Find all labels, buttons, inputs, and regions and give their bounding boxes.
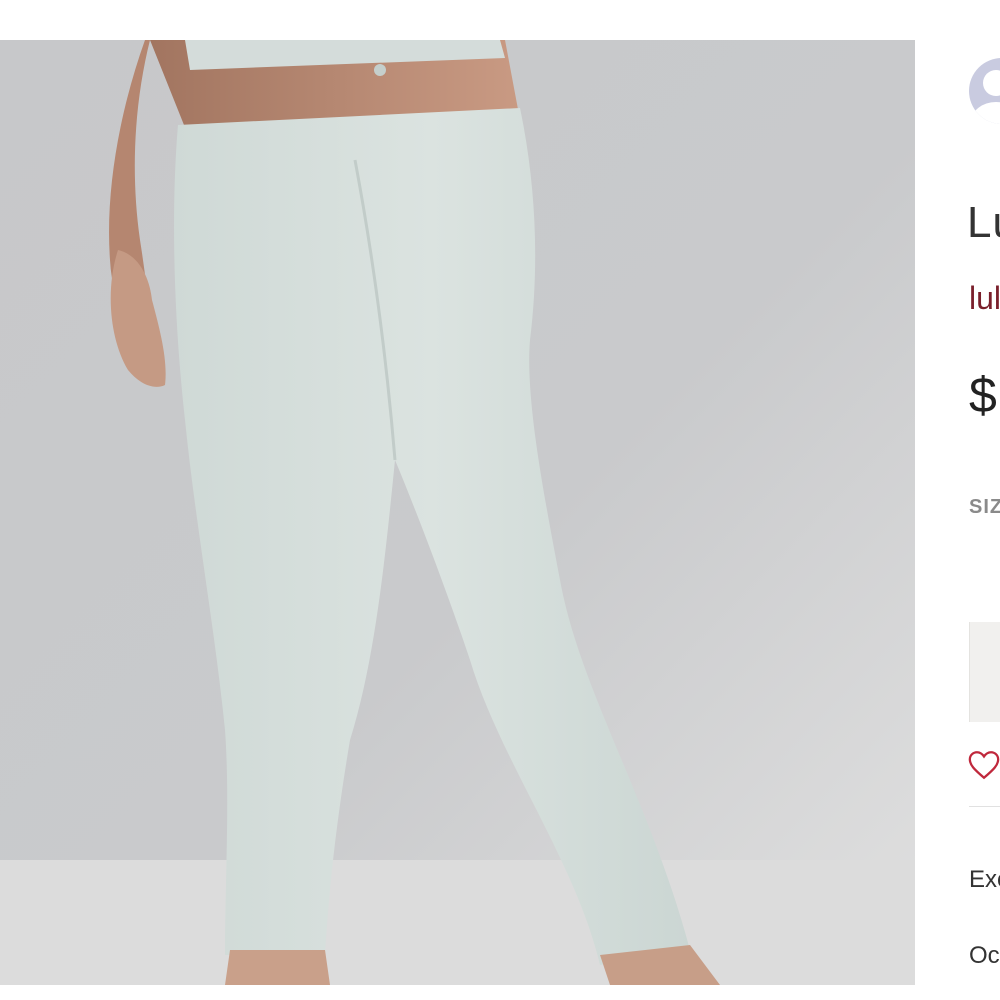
product-image[interactable]	[0, 40, 915, 985]
avatar-body	[971, 102, 1000, 124]
leggings-photo	[0, 40, 915, 985]
heart-outline-icon[interactable]	[967, 748, 1000, 782]
divider	[969, 806, 1000, 807]
condition-text: Exc	[969, 866, 1000, 893]
price: $	[969, 367, 997, 423]
top-bar	[0, 0, 1000, 40]
size-label: SIZ	[969, 496, 1000, 518]
date-text: Oc	[969, 942, 1000, 969]
user-avatar-icon[interactable]	[969, 58, 1000, 124]
listing-info-panel: Lu lul $ SIZ Exc Oc	[915, 40, 1000, 1000]
listing-title: Lu	[967, 198, 1000, 247]
buy-button[interactable]	[969, 622, 1000, 722]
avatar-head	[983, 70, 1000, 96]
heart-svg	[968, 751, 1000, 780]
brand-link[interactable]: lul	[969, 280, 1000, 317]
listing-page: Lu lul $ SIZ Exc Oc	[0, 0, 1000, 1000]
